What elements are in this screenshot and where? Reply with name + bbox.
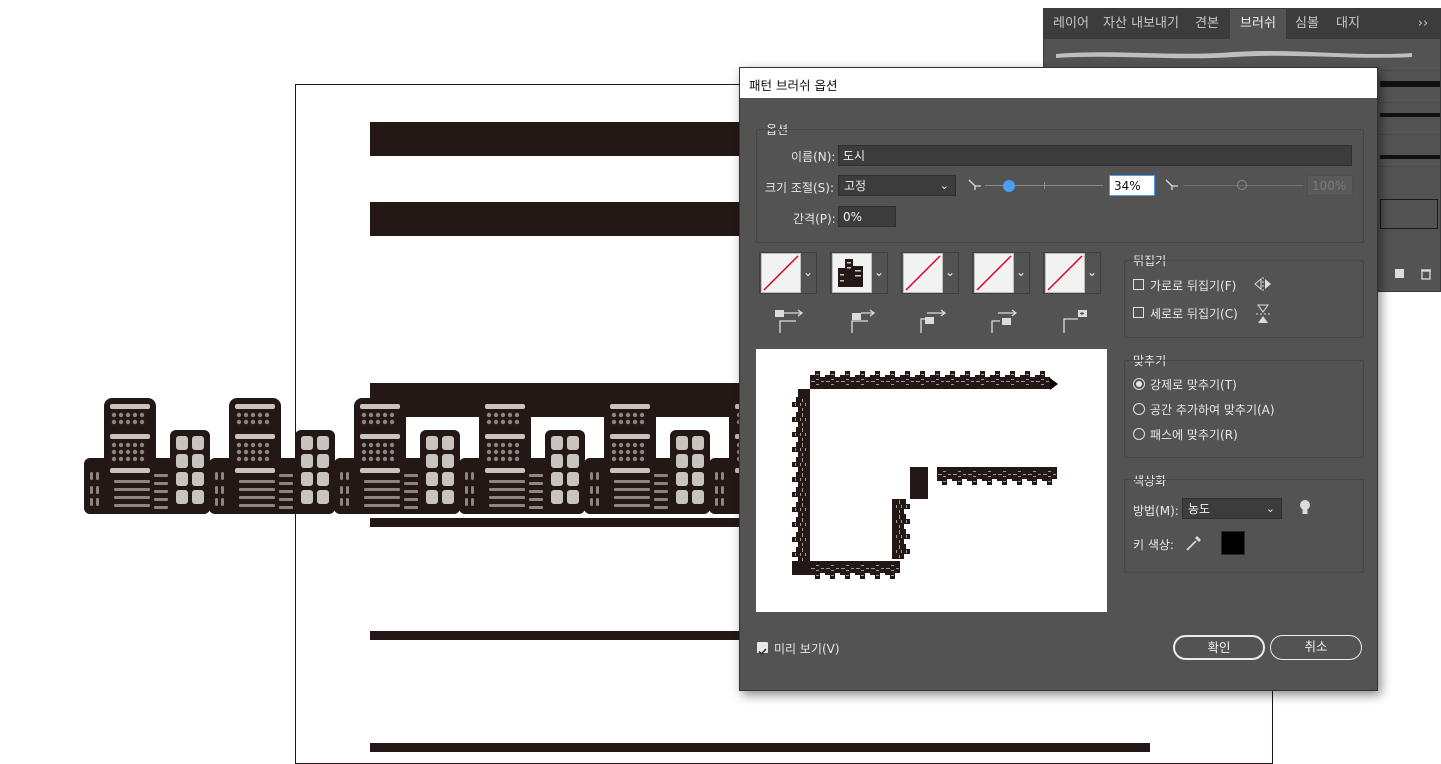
start-tile-icon xyxy=(991,309,1018,333)
tile-side-none xyxy=(761,253,801,293)
tab-symbols[interactable]: 심볼 xyxy=(1286,9,1328,39)
outer-corner-tile-icon xyxy=(851,309,876,333)
preview-checkbox[interactable] xyxy=(757,642,768,656)
chevron-down-icon: ⌄ xyxy=(873,265,884,279)
stroke-line[interactable] xyxy=(370,202,750,236)
brush-stroke-preview[interactable] xyxy=(1380,155,1440,159)
cancel-button[interactable]: 취소 xyxy=(1270,635,1362,660)
spacing-label: 간격(P): xyxy=(793,212,836,226)
spacing-field[interactable]: 0% xyxy=(838,206,896,227)
tab-asset-export[interactable]: 자산 내보내기 xyxy=(1098,9,1184,39)
tab-brushes[interactable]: 브러쉬 xyxy=(1230,9,1286,39)
scale-label: 크기 조절(S): xyxy=(765,181,834,195)
name-label: 이름(N): xyxy=(791,150,836,164)
tab-layers[interactable]: 레이어 xyxy=(1044,9,1098,39)
name-field[interactable]: 도시 xyxy=(838,145,1352,166)
fit-approximate-label[interactable]: 패스에 맞추기(R) xyxy=(1150,426,1238,443)
brush-stroke-preview[interactable] xyxy=(1380,81,1440,87)
tile-end-none xyxy=(1045,253,1085,293)
flip-horizontal-icon xyxy=(1254,277,1271,291)
fit-stretch-label[interactable]: 강제로 맞추기(T) xyxy=(1150,376,1237,393)
method-dropdown-value: 농도 xyxy=(1188,502,1211,516)
flip-vertical-label[interactable]: 세로로 뒤집기(C) xyxy=(1150,305,1238,322)
key-color-swatch[interactable] xyxy=(1221,531,1245,555)
chevron-down-icon: ⌄ xyxy=(1015,265,1026,279)
fit-add-space-label[interactable]: 공간 추가하여 맞추기(A) xyxy=(1150,401,1275,418)
stroke-line[interactable] xyxy=(370,518,750,527)
chevron-down-icon: ⌄ xyxy=(944,265,955,279)
scale-max-icon xyxy=(1165,179,1178,190)
dialog-titlebar[interactable]: 패턴 브러쉬 옵션 xyxy=(740,68,1377,98)
brush-stroke-preview[interactable] xyxy=(1054,45,1414,63)
inner-corner-tile-selector[interactable]: ⌄ xyxy=(901,252,959,294)
ok-button[interactable]: 확인 xyxy=(1173,635,1265,660)
start-tile-selector[interactable]: ⌄ xyxy=(972,252,1030,294)
slider-tick xyxy=(1044,182,1045,189)
scale-max-field: 100% xyxy=(1307,175,1353,196)
method-dropdown[interactable]: 농도 ⌄ xyxy=(1182,498,1282,519)
panel-overflow-button[interactable]: ›› xyxy=(1412,9,1434,39)
scale-min-icon xyxy=(968,179,981,190)
preview-label[interactable]: 미리 보기(V) xyxy=(774,640,840,657)
chevron-down-icon: ⌄ xyxy=(802,265,813,279)
chevron-down-icon: ⌄ xyxy=(939,179,949,192)
new-brush-icon[interactable] xyxy=(1394,265,1406,278)
city-pattern-art[interactable] xyxy=(84,398,746,514)
end-tile-selector[interactable]: ⌄ xyxy=(1043,252,1101,294)
scale-min-field[interactable]: 34% xyxy=(1109,175,1155,196)
tile-outer-corner xyxy=(832,253,872,293)
pattern-brush-options-dialog: 패턴 브러쉬 옵션 옵션 이름(N): 도시 크기 조절(S): 고정 ⌄ 34… xyxy=(739,67,1378,691)
stroke-line[interactable] xyxy=(370,743,1150,752)
eyedropper-icon[interactable] xyxy=(1185,534,1203,552)
tab-swatches[interactable]: 견본 xyxy=(1184,9,1230,39)
brush-selected-row[interactable] xyxy=(1380,199,1438,229)
end-tile-icon xyxy=(1063,310,1087,333)
tips-lightbulb-icon[interactable] xyxy=(1299,499,1311,517)
fit-approximate-radio[interactable] xyxy=(1133,428,1145,440)
tab-artboards[interactable]: 대지 xyxy=(1328,9,1368,39)
flip-vertical-icon xyxy=(1256,304,1270,323)
chevron-down-icon: ⌄ xyxy=(1086,265,1097,279)
brush-preview-area xyxy=(756,349,1107,612)
scale-dropdown-value: 고정 xyxy=(844,179,867,193)
brush-preview-path xyxy=(792,371,1058,579)
tile-start-none xyxy=(974,253,1014,293)
scale-dropdown[interactable]: 고정 ⌄ xyxy=(838,175,956,196)
tile-inner-corner-none xyxy=(903,253,943,293)
flip-group xyxy=(1124,260,1364,338)
chevron-down-icon: ⌄ xyxy=(1265,502,1275,515)
side-tile-icon xyxy=(775,309,804,333)
flip-horizontal-label[interactable]: 가로로 뒤집기(F) xyxy=(1150,277,1236,294)
outer-corner-tile-selector[interactable]: ⌄ xyxy=(830,252,888,294)
scale-max-slider-thumb[interactable] xyxy=(1237,180,1247,190)
dialog-title: 패턴 브러쉬 옵션 xyxy=(749,78,838,93)
panel-tab-bar: 레이어 자산 내보내기 견본 브러쉬 심볼 대지 ›› xyxy=(1044,9,1440,39)
side-tile-selector[interactable]: ⌄ xyxy=(759,252,817,294)
fit-add-space-radio[interactable] xyxy=(1133,403,1145,415)
flip-horizontal-checkbox[interactable] xyxy=(1133,279,1144,290)
stroke-line[interactable] xyxy=(370,122,750,156)
flip-vertical-checkbox[interactable] xyxy=(1133,307,1144,318)
inner-corner-tile-icon xyxy=(920,309,947,333)
method-label: 방법(M): xyxy=(1133,504,1179,518)
key-color-label: 키 색상: xyxy=(1133,538,1174,552)
stroke-line[interactable] xyxy=(370,631,750,640)
brush-stroke-preview[interactable] xyxy=(1380,113,1440,117)
colorization-group xyxy=(1124,479,1364,573)
scale-min-slider-thumb[interactable] xyxy=(1003,180,1015,192)
fit-stretch-radio[interactable] xyxy=(1133,378,1145,390)
delete-brush-icon[interactable] xyxy=(1420,265,1432,280)
